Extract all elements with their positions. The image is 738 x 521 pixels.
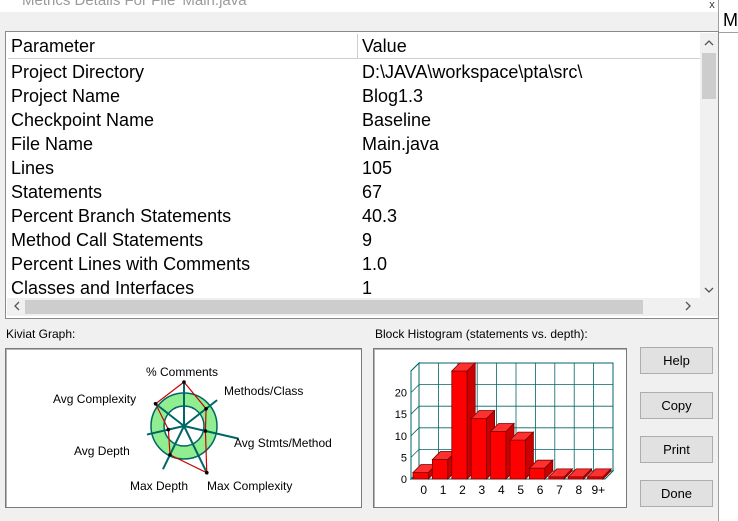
value-cell: D:\JAVA\workspace\pta\src\ — [362, 62, 583, 82]
table-row[interactable]: Project Directory D:\JAVA\workspace\pta\s… — [8, 60, 700, 84]
copy-button[interactable]: Copy — [640, 392, 713, 419]
kiviat-value-point — [182, 380, 186, 384]
block-histogram-label: Block Histogram (statements vs. depth): — [375, 327, 588, 341]
kiviat-value-point — [203, 429, 208, 433]
parameter-cell: Statements — [11, 182, 103, 202]
axis-label-max-depth: Max Depth — [130, 479, 188, 493]
value-cell: 1.0 — [362, 254, 388, 274]
axis-label-methods-class: Methods/Class — [224, 384, 303, 398]
value-cell: Blog1.3 — [362, 86, 424, 106]
parameter-cell: Percent Branch Statements — [11, 206, 232, 226]
axis-label-avg-stmts-method: Avg Stmts/Method — [234, 436, 332, 450]
parameter-cell: Method Call Statements — [11, 230, 204, 250]
scroll-down-icon[interactable] — [700, 281, 718, 299]
histogram-bar — [451, 370, 468, 480]
scroll-up-icon[interactable] — [700, 33, 718, 51]
kiviat-value-point — [204, 470, 209, 475]
x-tick-label: 1 — [440, 483, 447, 497]
background-window-edge: M — [718, 0, 738, 521]
y-tick-label: 10 — [395, 431, 407, 443]
parameter-cell: Checkpoint Name — [11, 110, 155, 130]
parameter-cell: Project Directory — [11, 62, 145, 82]
kiviat-value-point — [153, 402, 158, 406]
block-histogram: 0 5 10 15 20 0 1 2 3 4 5 6 7 8 9+ — [373, 348, 627, 508]
parameter-cell: Lines — [11, 158, 55, 178]
table-row[interactable]: File Name Main.java — [8, 132, 700, 156]
histogram-bar — [470, 418, 487, 480]
column-header-parameter[interactable]: Parameter — [11, 34, 358, 58]
background-window-char: M — [723, 10, 738, 30]
table-row[interactable]: Percent Lines with Comments 1.0 — [8, 252, 700, 276]
value-cell: 40.3 — [362, 206, 398, 226]
done-button[interactable]: Done — [640, 480, 713, 507]
x-tick-label: 4 — [498, 483, 505, 497]
x-tick-label: 6 — [537, 483, 544, 497]
y-tick-label: 20 — [395, 388, 407, 400]
histogram-svg: 051015200 1 2 3 4 5 6 7 8 9+ — [395, 361, 615, 497]
x-tick-label: 2 — [459, 483, 466, 497]
table-header: Parameter Value — [8, 34, 700, 59]
axis-label-avg-complexity: Avg Complexity — [53, 392, 136, 406]
table-body: Project Directory D:\JAVA\workspace\pta\s… — [8, 60, 700, 300]
vertical-scroll-thumb[interactable] — [702, 53, 716, 99]
kiviat-graph: % Comments Methods/Class Avg Stmts/Metho… — [5, 348, 362, 508]
x-tick-label: 5 — [517, 483, 524, 497]
y-tick-label: 15 — [395, 409, 407, 421]
y-tick-label: 5 — [401, 452, 407, 464]
x-tick-label: 3 — [479, 483, 486, 497]
horizontal-scrollbar[interactable] — [7, 298, 700, 316]
histogram-bar — [432, 459, 449, 480]
x-tick-label: 7 — [556, 483, 563, 497]
column-header-value[interactable]: Value — [362, 34, 692, 58]
kiviat-value-point — [204, 406, 208, 411]
table-row[interactable]: Statements 67 — [8, 180, 700, 204]
horizontal-scroll-thumb[interactable] — [25, 300, 643, 314]
scroll-corner — [700, 298, 718, 316]
table-row[interactable]: Checkpoint Name Baseline — [8, 108, 700, 132]
axis-label-avg-depth: Avg Depth — [74, 444, 130, 458]
histogram-side-wall — [410, 361, 420, 481]
x-tick-label: 8 — [576, 483, 583, 497]
value-cell: 105 — [362, 158, 393, 178]
parameter-cell: File Name — [11, 134, 94, 154]
histogram-bar — [412, 472, 429, 480]
table-row[interactable]: Method Call Statements 9 — [8, 228, 700, 252]
scroll-left-icon[interactable] — [7, 298, 25, 316]
parameter-cell: Project Name — [11, 86, 121, 106]
histogram-bar — [509, 439, 526, 480]
histogram-bar — [528, 467, 546, 480]
vertical-scrollbar[interactable] — [700, 33, 718, 299]
y-tick-label: 0 — [401, 474, 407, 486]
x-tick-label: 0 — [420, 483, 427, 497]
axis-label-comments: % Comments — [146, 365, 218, 379]
table-row[interactable]: Percent Branch Statements 40.3 — [8, 204, 700, 228]
parameter-cell: Percent Lines with Comments — [11, 254, 251, 274]
kiviat-graph-label: Kiviat Graph: — [6, 327, 76, 341]
kiviat-value-point — [166, 427, 171, 432]
help-button[interactable]: Help — [640, 347, 713, 374]
value-cell: 9 — [362, 230, 373, 250]
print-button[interactable]: Print — [640, 436, 713, 463]
window-title: Metrics Details For File 'Main.java' — [22, 0, 250, 9]
value-cell: 67 — [362, 182, 383, 202]
x-tick-label: 9+ — [591, 483, 605, 497]
parameter-cell: Classes and Interfaces — [11, 278, 195, 298]
table-row[interactable]: Classes and Interfaces 1 — [8, 276, 700, 300]
window-title-bar: Metrics Details For File 'Main.java' — [0, 0, 718, 12]
value-cell: 1 — [362, 278, 373, 298]
histogram-bar — [490, 431, 507, 480]
value-cell: Main.java — [362, 134, 440, 154]
close-icon[interactable]: x — [706, 0, 718, 12]
scroll-right-icon[interactable] — [679, 298, 697, 316]
axis-label-max-complexity: Max Complexity — [207, 479, 292, 493]
table-row[interactable]: Lines 105 — [8, 156, 700, 180]
table-row[interactable]: Project Name Blog1.3 — [8, 84, 700, 108]
kiviat-value-point — [168, 452, 172, 457]
divider — [719, 32, 738, 33]
kiviat-svg: % Comments Methods/Class Avg Stmts/Metho… — [53, 365, 332, 493]
value-cell: Baseline — [362, 110, 432, 130]
metrics-table[interactable]: Parameter Value Project Directory D:\JAVA… — [5, 31, 719, 319]
